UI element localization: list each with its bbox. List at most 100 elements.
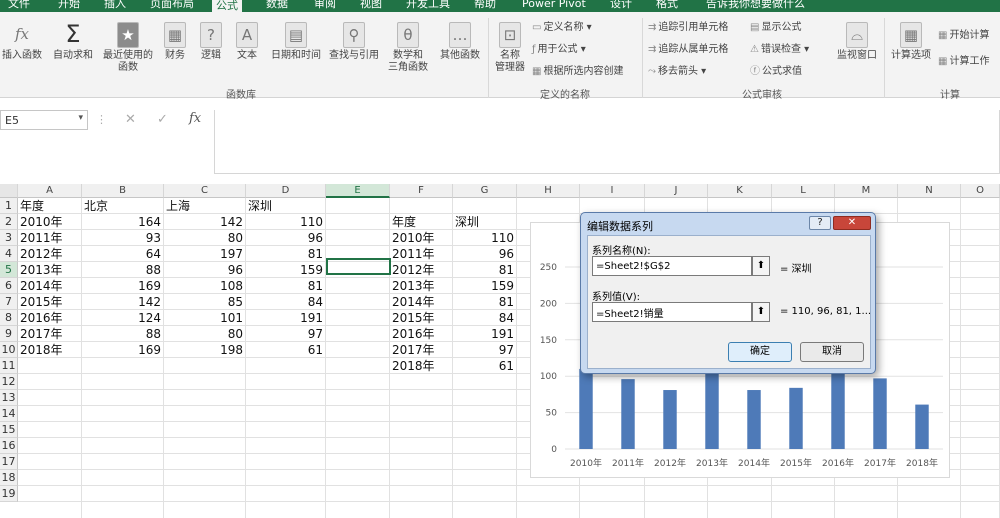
row-header-18[interactable]: 18 bbox=[0, 470, 18, 486]
remove-arrows-button[interactable]: ⤳ 移去箭头 ▾ bbox=[648, 66, 706, 78]
tab-review[interactable]: 审阅 bbox=[314, 0, 336, 11]
row-header-2[interactable]: 2 bbox=[0, 214, 18, 230]
row-header-4[interactable]: 4 bbox=[0, 246, 18, 262]
table-cell[interactable]: 2013年 bbox=[390, 278, 453, 294]
table-cell[interactable]: 88 bbox=[82, 262, 164, 278]
column-header-b[interactable]: B bbox=[82, 184, 164, 198]
table-cell[interactable]: 2010年 bbox=[18, 214, 82, 230]
table-cell[interactable]: 197 bbox=[164, 246, 246, 262]
tab-data[interactable]: 数据 bbox=[266, 0, 288, 11]
table-cell[interactable]: 191 bbox=[246, 310, 326, 326]
lookup-button[interactable]: ⚲ 查找与引用 bbox=[326, 22, 382, 62]
select-all-corner[interactable] bbox=[0, 184, 18, 198]
column-header-k[interactable]: K bbox=[708, 184, 772, 198]
error-checking-button[interactable]: ⚠ 错误检查 ▾ bbox=[750, 44, 809, 56]
series-values-input[interactable] bbox=[592, 302, 752, 322]
table-header-cell[interactable]: 年度 bbox=[18, 198, 82, 214]
table-cell[interactable]: 2016年 bbox=[390, 326, 453, 342]
column-header-l[interactable]: L bbox=[772, 184, 835, 198]
table-cell[interactable]: 110 bbox=[246, 214, 326, 230]
show-formulas-button[interactable]: ▤ 显示公式 bbox=[750, 22, 801, 34]
table-cell[interactable]: 2012年 bbox=[18, 246, 82, 262]
tab-view[interactable]: 视图 bbox=[360, 0, 382, 11]
close-button[interactable]: ✕ bbox=[833, 216, 871, 230]
trace-dependents-button[interactable]: ⇉ 追踪从属单元格 bbox=[648, 44, 728, 56]
row-header-15[interactable]: 15 bbox=[0, 422, 18, 438]
autosum-button[interactable]: Σ 自动求和 bbox=[50, 22, 96, 62]
column-header-n[interactable]: N bbox=[898, 184, 961, 198]
define-name-button[interactable]: ▭ 定义名称 ▾ bbox=[532, 22, 592, 34]
table-cell[interactable]: 164 bbox=[82, 214, 164, 230]
cancel-button[interactable]: 取消 bbox=[800, 342, 864, 362]
table-cell[interactable]: 96 bbox=[453, 246, 517, 262]
table-header-cell[interactable]: 深圳 bbox=[453, 214, 517, 230]
tab-page-layout[interactable]: 页面布局 bbox=[150, 0, 194, 11]
table-cell[interactable]: 159 bbox=[453, 278, 517, 294]
table-cell[interactable]: 2017年 bbox=[18, 326, 82, 342]
row-header-13[interactable]: 13 bbox=[0, 390, 18, 406]
row-header-7[interactable]: 7 bbox=[0, 294, 18, 310]
range-picker-icon[interactable]: ⬆ bbox=[752, 302, 770, 322]
tab-design[interactable]: 设计 bbox=[610, 0, 632, 11]
row-header-12[interactable]: 12 bbox=[0, 374, 18, 390]
table-cell[interactable]: 61 bbox=[453, 358, 517, 374]
table-cell[interactable]: 2014年 bbox=[18, 278, 82, 294]
table-cell[interactable]: 169 bbox=[82, 342, 164, 358]
tab-power-pivot[interactable]: Power Pivot bbox=[522, 0, 586, 11]
table-cell[interactable]: 2015年 bbox=[18, 294, 82, 310]
table-header-cell[interactable]: 北京 bbox=[82, 198, 164, 214]
series-name-input[interactable] bbox=[592, 256, 752, 276]
table-cell[interactable]: 64 bbox=[82, 246, 164, 262]
row-header-11[interactable]: 11 bbox=[0, 358, 18, 374]
column-header-c[interactable]: C bbox=[164, 184, 246, 198]
text-functions-button[interactable]: A 文本 bbox=[232, 22, 262, 62]
table-cell[interactable]: 80 bbox=[164, 230, 246, 246]
tell-me-search[interactable]: 告诉我你想要做什么 bbox=[706, 0, 805, 11]
datetime-button[interactable]: ▤ 日期和时间 bbox=[268, 22, 324, 62]
column-header-i[interactable]: I bbox=[580, 184, 645, 198]
table-cell[interactable]: 84 bbox=[453, 310, 517, 326]
column-header-a[interactable]: A bbox=[18, 184, 82, 198]
table-cell[interactable]: 84 bbox=[246, 294, 326, 310]
trace-precedents-button[interactable]: ⇉ 追踪引用单元格 bbox=[648, 22, 728, 34]
formula-input[interactable] bbox=[214, 110, 1000, 174]
table-cell[interactable]: 2011年 bbox=[18, 230, 82, 246]
tab-formulas[interactable]: 公式 bbox=[212, 0, 242, 12]
tab-help[interactable]: 帮助 bbox=[474, 0, 496, 11]
column-header-g[interactable]: G bbox=[453, 184, 517, 198]
table-cell[interactable]: 191 bbox=[453, 326, 517, 342]
calculate-now-button[interactable]: ▦ 开始计算 bbox=[938, 30, 989, 42]
table-cell[interactable]: 142 bbox=[164, 214, 246, 230]
row-header-3[interactable]: 3 bbox=[0, 230, 18, 246]
table-cell[interactable]: 108 bbox=[164, 278, 246, 294]
table-cell[interactable]: 2016年 bbox=[18, 310, 82, 326]
table-cell[interactable]: 198 bbox=[164, 342, 246, 358]
table-cell[interactable]: 2018年 bbox=[390, 358, 453, 374]
column-header-o[interactable]: O bbox=[961, 184, 1000, 198]
table-cell[interactable]: 93 bbox=[82, 230, 164, 246]
evaluate-formula-button[interactable]: ⓕ 公式求值 bbox=[750, 66, 802, 78]
table-cell[interactable]: 2018年 bbox=[18, 342, 82, 358]
table-cell[interactable]: 2010年 bbox=[390, 230, 453, 246]
table-cell[interactable]: 61 bbox=[246, 342, 326, 358]
fx-icon[interactable]: fx bbox=[189, 111, 201, 126]
table-cell[interactable]: 96 bbox=[246, 230, 326, 246]
table-header-cell[interactable]: 深圳 bbox=[246, 198, 326, 214]
column-header-j[interactable]: J bbox=[645, 184, 708, 198]
help-button[interactable]: ? bbox=[809, 216, 831, 230]
row-header-17[interactable]: 17 bbox=[0, 454, 18, 470]
row-header-8[interactable]: 8 bbox=[0, 310, 18, 326]
name-box[interactable]: E5 ▾ bbox=[0, 110, 88, 130]
column-header-f[interactable]: F bbox=[390, 184, 453, 198]
range-picker-icon[interactable]: ⬆ bbox=[752, 256, 770, 276]
row-header-16[interactable]: 16 bbox=[0, 438, 18, 454]
more-functions-button[interactable]: … 其他函数 bbox=[436, 22, 484, 62]
tab-insert[interactable]: 插入 bbox=[104, 0, 126, 11]
watch-window-button[interactable]: ⌓ 监视窗口 bbox=[834, 22, 880, 62]
table-cell[interactable]: 96 bbox=[164, 262, 246, 278]
table-cell[interactable]: 81 bbox=[453, 262, 517, 278]
calc-options-button[interactable]: ▦ 计算选项 bbox=[888, 22, 934, 62]
table-cell[interactable]: 159 bbox=[246, 262, 326, 278]
row-header-1[interactable]: 1 bbox=[0, 198, 18, 214]
table-cell[interactable]: 2012年 bbox=[390, 262, 453, 278]
